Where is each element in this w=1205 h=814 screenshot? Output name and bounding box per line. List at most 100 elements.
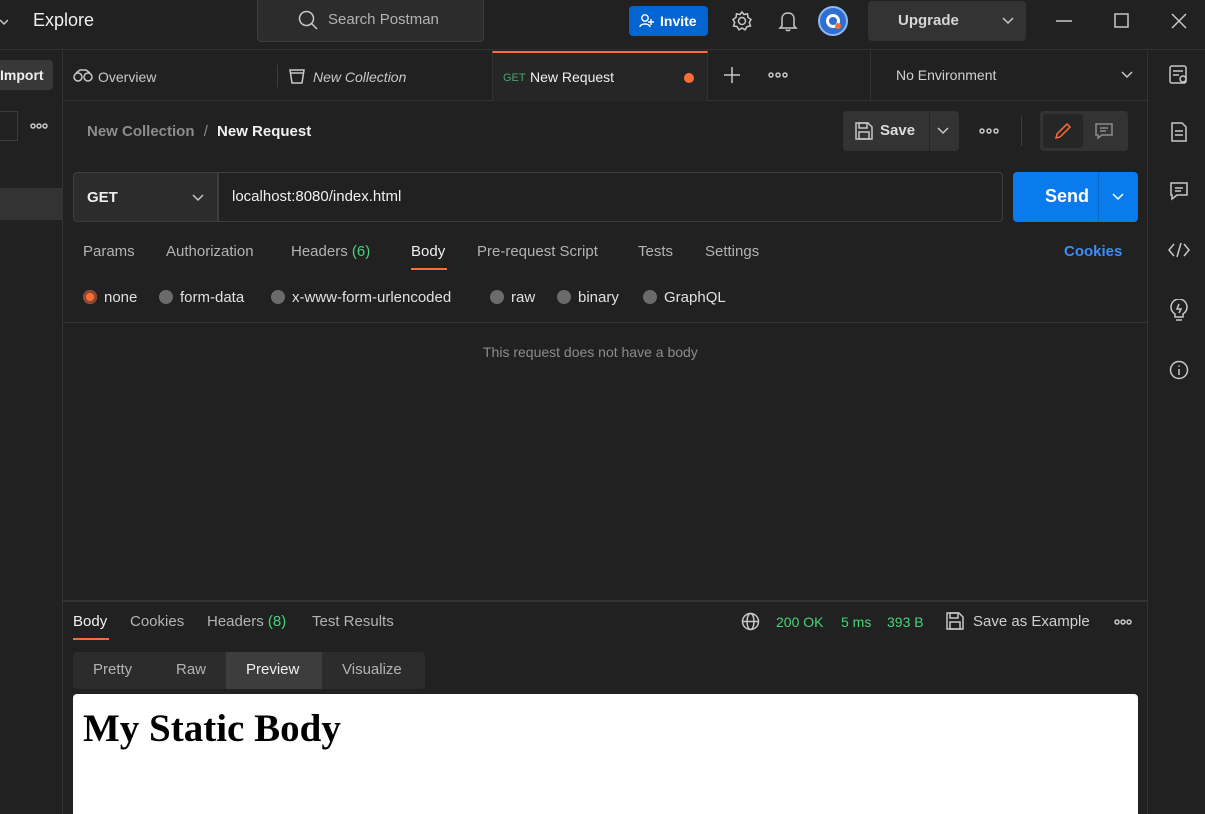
tab-tests[interactable]: Tests (638, 243, 673, 260)
code-icon[interactable] (1168, 241, 1190, 259)
import-label: Import (0, 67, 44, 83)
send-divider (1098, 172, 1099, 222)
tab-label: Body (411, 243, 446, 260)
more-options-icon[interactable] (30, 123, 48, 129)
upgrade-label: Upgrade (898, 12, 959, 29)
radio-icon (159, 290, 173, 304)
upgrade-button[interactable]: Upgrade (868, 1, 1026, 41)
header-divider (1021, 116, 1022, 146)
astronaut-icon (826, 14, 841, 29)
save-button[interactable]: Save (843, 111, 959, 151)
tab-label: Pre-request Script (477, 243, 598, 260)
tab-new-request[interactable]: GET New Request (492, 51, 708, 101)
bell-icon[interactable] (778, 10, 798, 32)
minimize-icon[interactable] (1056, 20, 1072, 22)
view-tab-preview[interactable]: Preview (226, 652, 322, 689)
tab-label: Headers (291, 243, 348, 260)
chevron-down-icon[interactable] (1112, 193, 1124, 201)
more-options-icon[interactable] (768, 72, 788, 78)
url-value: localhost:8080/index.html (232, 188, 402, 205)
send-button[interactable]: Send (1013, 172, 1138, 222)
response-view-tabs: Pretty Raw Preview Visualize (73, 652, 425, 689)
chevron-down-icon[interactable] (0, 17, 8, 27)
cookies-link[interactable]: Cookies (1064, 243, 1122, 260)
tab-headers[interactable]: Headers (6) (291, 243, 370, 260)
save-divider (929, 111, 930, 151)
view-tab-raw[interactable]: Raw (156, 652, 226, 689)
close-icon[interactable] (1171, 13, 1187, 29)
invite-button[interactable]: Invite (629, 6, 708, 36)
tab-label: Pretty (93, 661, 133, 678)
method-select[interactable]: GET (73, 172, 218, 222)
chevron-down-icon (1121, 71, 1133, 79)
search-placeholder: Search Postman (328, 11, 439, 28)
mode-toggle[interactable] (1040, 111, 1128, 151)
response-preview-pane[interactable]: My Static Body (73, 694, 1138, 814)
top-bar: Explore Search Postman Invite Upgrade (0, 0, 1205, 50)
tab-label: Tests (638, 243, 674, 260)
add-user-icon (639, 14, 654, 28)
active-tab-indicator (73, 638, 109, 640)
tab-label: New Collection (313, 69, 407, 85)
view-tab-visualize[interactable]: Visualize (322, 652, 425, 689)
method-label: GET (87, 189, 118, 206)
tab-label: Headers (207, 613, 264, 630)
maximize-icon[interactable] (1114, 13, 1130, 29)
radio-icon (490, 290, 504, 304)
overview-icon (73, 69, 93, 82)
tab-count: (6) (351, 243, 371, 260)
radio-label: raw (511, 289, 536, 306)
chevron-down-icon[interactable] (937, 127, 949, 135)
breadcrumb-collection[interactable]: New Collection (87, 123, 195, 140)
environment-select[interactable]: No Environment (870, 51, 1147, 101)
tab-pre-request-script[interactable]: Pre-request Script (477, 243, 598, 260)
comments-icon[interactable] (1169, 181, 1189, 201)
response-tab-body[interactable]: Body (73, 613, 107, 630)
search-input[interactable]: Search Postman (257, 0, 484, 42)
tab-body[interactable]: Body (411, 243, 445, 260)
tab-label: Overview (98, 69, 157, 85)
lightbulb-icon[interactable] (1169, 299, 1189, 321)
view-tab-pretty[interactable]: Pretty (73, 652, 156, 689)
avatar[interactable] (818, 6, 848, 36)
info-icon[interactable] (1169, 360, 1189, 380)
preview-heading: My Static Body (83, 707, 341, 750)
response-status[interactable]: 200 OK (776, 614, 823, 630)
explore-title[interactable]: Explore (33, 10, 94, 31)
response-tab-test-results[interactable]: Test Results (312, 613, 394, 630)
tab-authorization[interactable]: Authorization (166, 243, 254, 260)
response-time[interactable]: 5 ms (841, 614, 871, 630)
tab-params[interactable]: Params (83, 243, 135, 260)
radio-label: none (104, 289, 138, 306)
tab-label: Settings (705, 243, 760, 260)
response-size[interactable]: 393 B (887, 614, 924, 630)
chevron-down-icon[interactable] (1002, 17, 1014, 25)
send-label: Send (1045, 186, 1090, 206)
response-tab-cookies[interactable]: Cookies (130, 613, 184, 630)
more-options-icon[interactable] (979, 128, 999, 134)
more-options-icon[interactable] (1114, 619, 1132, 625)
edit-mode-button[interactable] (1043, 114, 1083, 148)
comment-mode-icon[interactable] (1095, 122, 1113, 140)
tab-label: New Request (530, 69, 615, 85)
documentation-icon[interactable] (1170, 122, 1188, 142)
breadcrumb-request[interactable]: New Request (217, 123, 311, 140)
tab-label: Visualize (342, 661, 402, 678)
sidebar-filter-input[interactable] (0, 111, 18, 141)
import-button[interactable]: Import (0, 60, 53, 90)
tab-new-collection[interactable]: New Collection (278, 51, 492, 101)
globe-icon[interactable] (741, 612, 760, 631)
tab-count: (8) (267, 613, 287, 630)
save-as-example-button[interactable]: Save as Example (973, 613, 1090, 630)
collection-icon (289, 69, 305, 84)
sidebar-selected-item[interactable] (0, 188, 62, 220)
pane-resize-handle[interactable] (63, 600, 1147, 602)
environment-quick-look-icon[interactable] (1169, 65, 1189, 85)
tab-overview[interactable]: Overview (63, 51, 277, 101)
tab-settings[interactable]: Settings (705, 243, 759, 260)
response-tab-headers[interactable]: Headers (8) (207, 613, 286, 630)
plus-icon[interactable] (724, 67, 740, 83)
gear-icon[interactable] (731, 10, 753, 32)
url-input[interactable]: localhost:8080/index.html (218, 172, 1003, 222)
right-sidebar (1147, 51, 1205, 814)
